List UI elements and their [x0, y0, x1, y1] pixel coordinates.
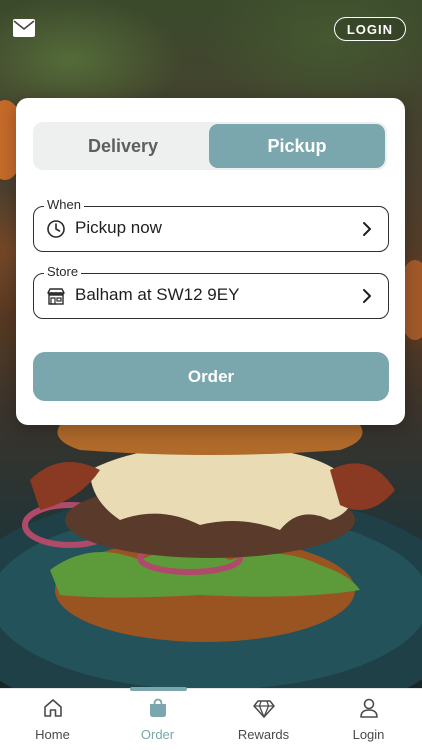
store-label: Store: [44, 264, 82, 280]
nav-item-rewards[interactable]: Rewards: [211, 689, 316, 750]
mail-icon: [13, 19, 35, 37]
mail-button[interactable]: [12, 18, 36, 38]
chevron-right-icon: [363, 222, 371, 236]
clock-icon: [47, 220, 65, 238]
nav-label-login: Login: [352, 727, 385, 742]
order-card: Delivery Pickup When Pickup now Store Ba…: [16, 98, 405, 425]
login-button[interactable]: LOGIN: [333, 17, 406, 41]
bag-icon: [150, 698, 166, 717]
bottom-nav: Home Order Rewards Login: [0, 687, 422, 750]
when-value: Pickup now: [75, 218, 162, 237]
nav-item-home[interactable]: Home: [0, 689, 105, 750]
user-icon: [360, 698, 378, 718]
nav-item-order[interactable]: Order: [105, 689, 210, 750]
store-icon: [47, 288, 65, 305]
when-label: When: [44, 197, 84, 213]
nav-label-rewards: Rewards: [237, 727, 290, 742]
nav-label-order: Order: [140, 727, 175, 742]
order-button[interactable]: Order: [33, 352, 389, 401]
nav-item-login[interactable]: Login: [316, 689, 421, 750]
nav-label-home: Home: [35, 727, 70, 742]
tab-delivery[interactable]: Delivery: [35, 124, 211, 168]
store-value: Balham at SW12 9EY: [75, 285, 240, 304]
diamond-icon: [253, 700, 275, 718]
tab-pickup[interactable]: Pickup: [209, 124, 385, 168]
chevron-right-icon: [363, 289, 371, 303]
store-field[interactable]: Store Balham at SW12 9EY: [33, 264, 389, 319]
order-mode-toggle: Delivery Pickup: [33, 122, 387, 170]
home-icon: [44, 699, 62, 717]
when-field[interactable]: When Pickup now: [33, 197, 389, 252]
